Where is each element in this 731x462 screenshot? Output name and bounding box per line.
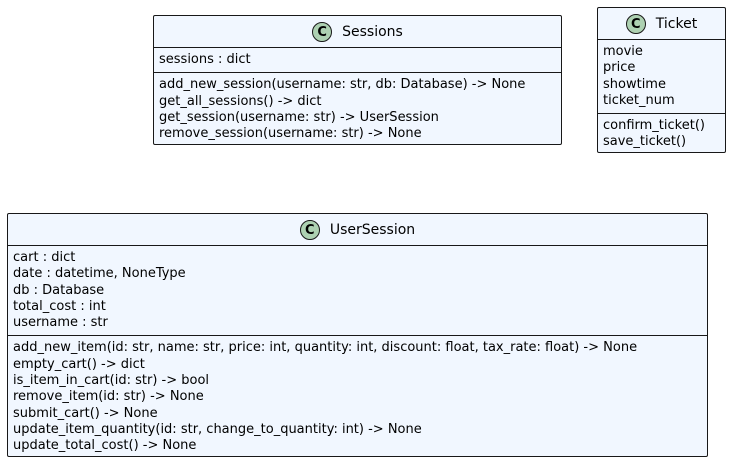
class-stereotype-icon: C <box>625 14 646 34</box>
attribute: date : datetime, NoneType <box>13 266 186 282</box>
class-stereotype-icon: C <box>299 220 320 240</box>
attribute: username : str <box>13 315 108 331</box>
attribute: sessions : dict <box>159 52 251 67</box>
class-header: C Ticket <box>598 8 725 40</box>
attributes-section: movie price showtime ticket_num <box>598 40 725 113</box>
method: save_ticket() <box>603 134 687 150</box>
methods-section: confirm_ticket() save_ticket() <box>598 113 725 152</box>
attribute: price <box>603 60 636 76</box>
methods-section: add_new_item(id: str, name: str, price: … <box>8 335 707 456</box>
class-ticket: C Ticket movie price showtime ticket_num… <box>597 7 726 153</box>
method: is_item_in_cart(id: str) -> bool <box>13 373 210 389</box>
method: empty_cart() -> dict <box>13 356 145 372</box>
class-header: C UserSession <box>8 214 707 246</box>
class-user-session: C UserSession cart : dict date : datetim… <box>7 213 708 457</box>
method: confirm_ticket() <box>603 118 705 134</box>
class-name: Ticket <box>655 16 698 32</box>
attribute: ticket_num <box>603 92 675 108</box>
method: get_all_sessions() -> dict <box>159 93 322 109</box>
attribute: movie <box>603 44 643 59</box>
class-name: UserSession <box>329 222 416 238</box>
attribute: total_cost : int <box>13 298 106 314</box>
method: update_total_cost() -> None <box>13 438 197 454</box>
methods-section: add_new_session(username: str, db: Datab… <box>154 72 561 144</box>
method: add_new_session(username: str, db: Datab… <box>159 77 526 93</box>
attribute: cart : dict <box>13 250 76 265</box>
attribute: showtime <box>603 76 666 92</box>
method: add_new_item(id: str, name: str, price: … <box>13 340 638 356</box>
attribute: db : Database <box>13 282 105 298</box>
attributes-section: sessions : dict <box>154 48 561 72</box>
attributes-section: cart : dict date : datetime, NoneType db… <box>8 246 707 335</box>
method: remove_session(username: str) -> None <box>159 126 422 142</box>
method: get_session(username: str) -> UserSessio… <box>159 109 439 125</box>
method: update_item_quantity(id: str, change_to_… <box>13 421 422 437</box>
class-name: Sessions <box>342 24 403 40</box>
class-sessions: C Sessions sessions : dict add_new_sessi… <box>153 15 562 145</box>
class-header: C Sessions <box>154 16 561 48</box>
method: submit_cart() -> None <box>13 405 158 421</box>
class-stereotype-icon: C <box>312 22 333 42</box>
method: remove_item(id: str) -> None <box>13 389 204 405</box>
